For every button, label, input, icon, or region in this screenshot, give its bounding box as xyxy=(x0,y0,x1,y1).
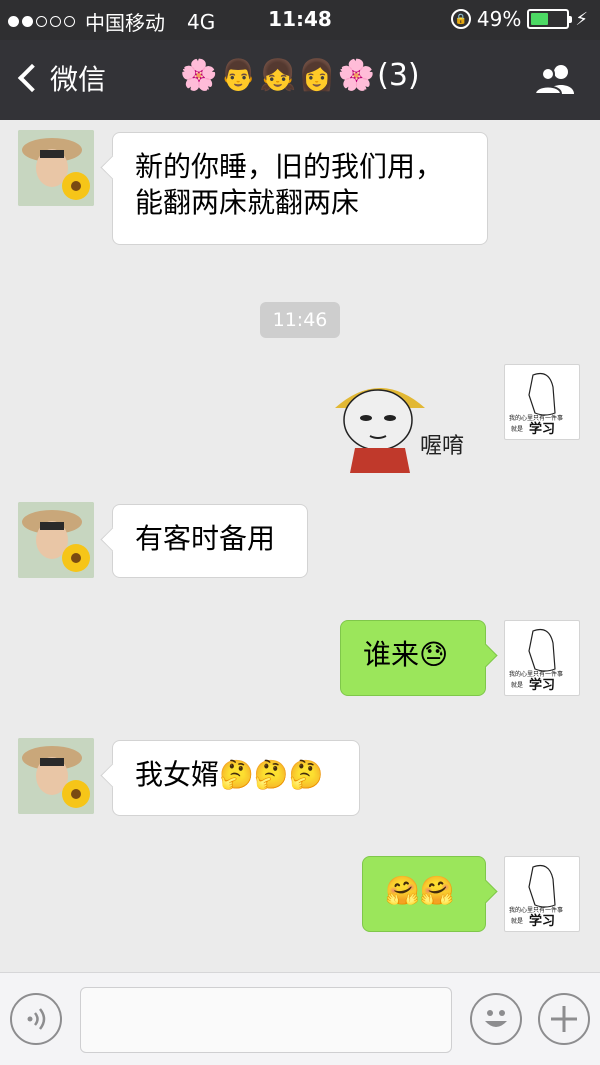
avatar[interactable] xyxy=(18,130,94,206)
title-emoji: 👩 xyxy=(298,57,336,93)
charging-bolt-icon: ⚡ xyxy=(575,8,588,30)
message-text: 🤗🤗 xyxy=(385,874,455,907)
message-bubble[interactable]: 我女婿🤔🤔🤔 xyxy=(112,740,360,816)
title-emoji: 👧 xyxy=(259,57,297,93)
avatar-caption: 我的心里只有一件事 xyxy=(509,670,563,678)
voice-button[interactable] xyxy=(10,993,62,1045)
avatar-caption: 学习 xyxy=(529,913,555,929)
message-bubble[interactable]: 🤗🤗 xyxy=(362,856,486,932)
message-text: 新的你睡，旧的我们用， xyxy=(135,150,444,183)
sticker-text: 喔唷 xyxy=(420,434,465,459)
avatar-caption: 就是 xyxy=(511,425,523,433)
message-text: 能翻两床就翻两床 xyxy=(135,186,360,220)
avatar-caption: 我的心里只有一件事 xyxy=(509,906,563,914)
plus-icon xyxy=(551,1006,577,1032)
message-text: 有客时备用 xyxy=(135,522,276,555)
message-bubble[interactable]: 谁来😓 xyxy=(340,620,486,696)
avatar-caption: 学习 xyxy=(529,677,555,693)
avatar-caption: 学习 xyxy=(529,421,555,437)
avatar-caption: 我的心里只有一件事 xyxy=(509,414,563,422)
voice-icon xyxy=(27,1008,46,1030)
contacts-icon[interactable] xyxy=(532,62,578,96)
chat-area[interactable]: 新的你睡，旧的我们用， 能翻两床就翻两床 11:46 喔唷 我的心里只有一件事 … xyxy=(0,120,600,972)
status-bar: 中国移动 4G 11:48 🔒 49% ⚡ xyxy=(0,0,600,40)
avatar-caption: 就是 xyxy=(511,681,523,689)
my-avatar[interactable]: 我的心里只有一件事 就是 学习 xyxy=(504,364,580,440)
title-emoji: 👨 xyxy=(219,57,258,93)
message-bubble[interactable]: 有客时备用 xyxy=(112,504,308,578)
avatar[interactable] xyxy=(18,738,94,814)
my-avatar[interactable]: 我的心里只有一件事 就是 学习 xyxy=(504,856,580,932)
my-avatar[interactable]: 我的心里只有一件事 就是 学习 xyxy=(504,620,580,696)
avatar-caption: 就是 xyxy=(511,917,523,925)
title-emoji: 🌸 xyxy=(337,57,376,93)
smiley-icon xyxy=(485,1010,507,1027)
nav-bar: 微信 🌸 👨 👧 👩 🌸 (3) xyxy=(0,40,600,120)
member-count: (3) xyxy=(377,58,420,93)
emoji-button[interactable] xyxy=(470,993,522,1045)
message-bubble[interactable]: 新的你睡，旧的我们用， 能翻两床就翻两床 xyxy=(112,132,488,245)
plus-button[interactable] xyxy=(538,993,590,1045)
battery-percent: 49% xyxy=(476,7,522,31)
battery-icon xyxy=(527,9,573,29)
message-text: 谁来😓 xyxy=(363,638,449,671)
chat-title: 🌸 👨 👧 👩 🌸 (3) xyxy=(0,58,600,93)
timestamp-pill: 11:46 xyxy=(260,302,340,338)
input-bar xyxy=(0,972,600,1065)
title-emoji: 🌸 xyxy=(180,57,218,93)
avatar[interactable] xyxy=(18,502,94,578)
message-input[interactable] xyxy=(80,987,452,1053)
rotation-lock-icon: 🔒 xyxy=(450,9,471,29)
message-text: 我女婿🤔🤔🤔 xyxy=(135,758,324,791)
